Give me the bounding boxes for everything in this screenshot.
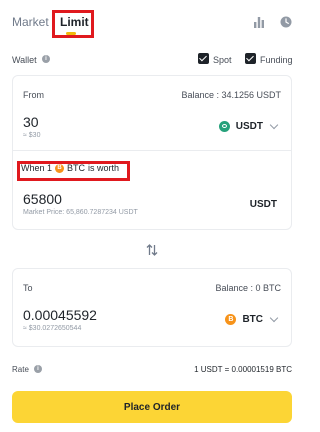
usdt-coin-icon — [218, 121, 230, 132]
to-label: To — [23, 283, 33, 293]
info-icon[interactable]: i — [34, 365, 42, 373]
to-amount-usd: ≈ $30.0272650544 — [23, 325, 82, 332]
bar-chart-icon[interactable] — [253, 16, 265, 28]
wallet-label: Wallet — [12, 55, 37, 65]
to-balance: Balance : 0 BTC — [215, 283, 281, 293]
to-amount: 0.00045592 — [23, 307, 97, 323]
from-amount-usd: ≈ $30 — [23, 132, 41, 139]
from-balance: Balance : 34.1256 USDT — [181, 90, 281, 100]
btc-coin-icon — [225, 314, 237, 325]
info-icon[interactable]: i — [42, 55, 50, 63]
swap-vertical-icon[interactable] — [145, 243, 159, 257]
spot-label[interactable]: Spot — [213, 55, 232, 65]
divider — [13, 150, 291, 151]
order-type-tabs: Market Limit — [0, 0, 304, 44]
highlight-box-limit-price — [17, 161, 130, 181]
from-amount-input[interactable]: 30 — [23, 114, 39, 130]
from-asset-selector[interactable]: USDT — [218, 120, 279, 132]
funding-label[interactable]: Funding — [260, 55, 293, 65]
wallet-row: Wallet i Spot Funding — [12, 52, 293, 68]
from-label: From — [23, 90, 44, 100]
tab-market[interactable]: Market — [12, 15, 49, 29]
clock-icon[interactable] — [280, 16, 292, 28]
limit-price-unit: USDT — [249, 199, 277, 210]
from-card: From Balance : 34.1256 USDT 30 ≈ $30 USD… — [12, 75, 292, 230]
chevron-down-icon — [269, 313, 279, 323]
rate-label: Rate — [12, 365, 29, 374]
rate-value: 1 USDT = 0.00001519 BTC — [194, 365, 292, 374]
highlight-box-limit — [52, 10, 94, 38]
market-price: Market Price: 65,860.7287234 USDT — [23, 209, 138, 216]
to-card: To Balance : 0 BTC 0.00045592 ≈ $30.0272… — [12, 268, 292, 347]
rate-row: Rate i 1 USDT = 0.00001519 BTC — [12, 364, 292, 376]
limit-price-input[interactable]: 65800 — [23, 191, 62, 207]
spot-checkbox[interactable] — [198, 53, 209, 64]
to-asset-label: BTC — [242, 314, 263, 325]
funding-checkbox[interactable] — [245, 53, 256, 64]
to-asset-selector[interactable]: BTC — [225, 313, 279, 325]
from-asset-label: USDT — [235, 121, 263, 132]
chevron-down-icon — [269, 120, 279, 130]
place-order-button[interactable]: Place Order — [12, 391, 292, 423]
